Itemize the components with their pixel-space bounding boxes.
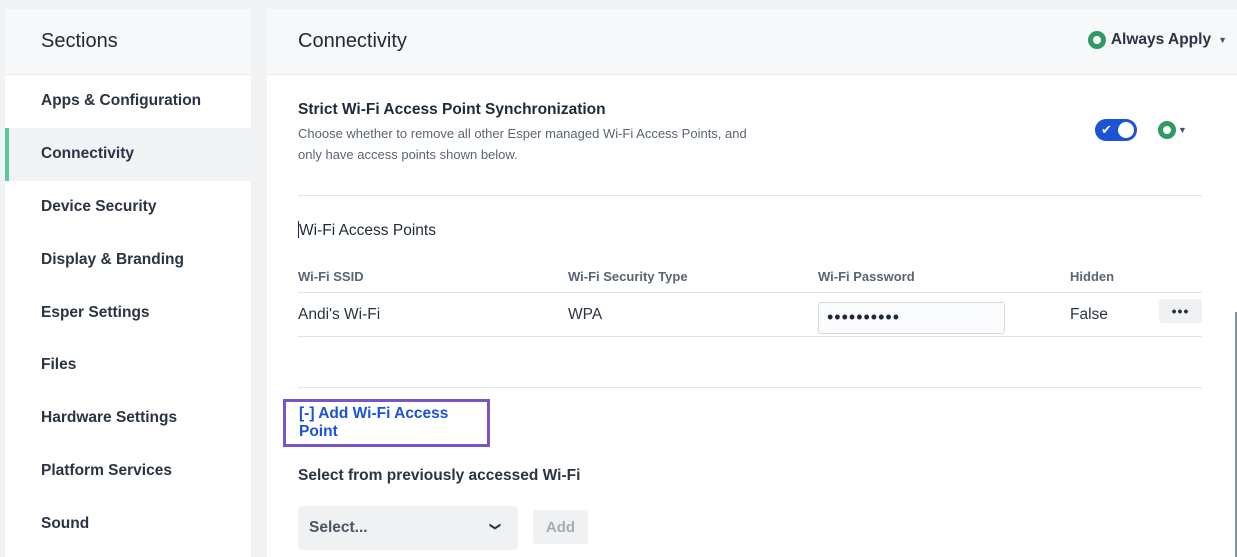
panel-header: Connectivity Always Apply ▼	[267, 9, 1237, 75]
add-wifi-access-point-link[interactable]: [-] Add Wi-Fi Access Point	[299, 405, 487, 441]
chevron-down-icon: ❯	[488, 521, 501, 532]
sidebar-item-files[interactable]: Files	[5, 339, 251, 392]
previous-wifi-select[interactable]: Select... ❯	[298, 506, 518, 550]
sidebar-item-hardware-settings[interactable]: Hardware Settings	[5, 392, 251, 445]
apply-mode-label: Always Apply	[1110, 31, 1212, 48]
sidebar-item-esper-settings[interactable]: Esper Settings	[5, 286, 251, 339]
password-field[interactable]: ••••••••••	[818, 301, 1005, 334]
wifi-table: Wi-Fi SSID Wi-Fi Security Type Wi-Fi Pas…	[298, 269, 1202, 337]
divider	[298, 195, 1202, 196]
header-ssid: Wi-Fi SSID	[298, 269, 364, 284]
cell-ssid: Andi's Wi-Fi	[298, 305, 381, 323]
target-icon	[1158, 121, 1176, 139]
sidebar-item-label: Display & Branding	[41, 250, 184, 268]
strict-sync-description: Choose whether to remove all other Esper…	[298, 126, 747, 162]
cell-security: WPA	[568, 305, 603, 323]
target-icon	[1087, 31, 1106, 49]
header-hidden: Hidden	[1070, 269, 1115, 284]
sidebar-item-device-security[interactable]: Device Security	[5, 181, 251, 234]
sidebar-item-label: Platform Services	[41, 461, 172, 479]
table-row: Andi's Wi-Fi WPA •••••••••• False •••	[298, 293, 1202, 337]
add-button[interactable]: Add	[533, 510, 588, 544]
sidebar-item-label: Sound	[41, 514, 90, 532]
sidebar-item-platform-services[interactable]: Platform Services	[5, 445, 251, 498]
strict-sync-title: Strict Wi-Fi Access Point Synchronizatio…	[298, 101, 606, 118]
header-security: Wi-Fi Security Type	[568, 269, 688, 284]
sidebar-item-label: Esper Settings	[41, 303, 150, 321]
divider	[298, 387, 1202, 388]
more-icon[interactable]: •••	[1159, 299, 1202, 323]
sidebar-item-display-branding[interactable]: Display & Branding	[5, 233, 251, 286]
sidebar-item-label: Apps & Configuration	[41, 92, 202, 110]
sidebar-item-label: Device Security	[41, 197, 157, 215]
connectivity-panel: Connectivity Always Apply ▼ Strict Wi-Fi…	[267, 9, 1237, 557]
table-header: Wi-Fi SSID Wi-Fi Security Type Wi-Fi Pas…	[298, 269, 1202, 293]
toggle-knob	[1118, 122, 1134, 138]
sidebar-header: Sections	[5, 9, 251, 75]
header-password: Wi-Fi Password	[818, 269, 915, 284]
sidebar-item-label: Connectivity	[41, 145, 135, 163]
wifi-section-title: Wi-Fi Access Points	[298, 221, 436, 240]
sections-sidebar: Sections Apps & Configuration Connectivi…	[5, 9, 251, 557]
caret-down-icon: ▼	[1218, 35, 1227, 45]
sidebar-item-label: Files	[41, 356, 77, 374]
sidebar-item-apps-configuration[interactable]: Apps & Configuration	[5, 75, 251, 128]
cell-password: ••••••••••	[818, 296, 1070, 334]
strict-sync-toggle[interactable]: ✔	[1095, 119, 1137, 141]
check-icon: ✔	[1101, 122, 1112, 137]
wifi-section-title-text: Wi-Fi Access Points	[299, 222, 436, 239]
strict-sync-apply-dropdown[interactable]: ▼	[1158, 121, 1187, 139]
select-label: Select from previously accessed Wi-Fi	[298, 467, 581, 484]
sidebar-item-sound[interactable]: Sound	[5, 497, 251, 550]
sidebar-item-label: Hardware Settings	[41, 409, 178, 427]
sidebar-title: Sections	[41, 30, 118, 52]
sidebar-item-connectivity[interactable]: Connectivity	[5, 127, 251, 181]
add-link-highlight: [-] Add Wi-Fi Access Point	[283, 399, 490, 447]
sidebar-list: Apps & Configuration Connectivity Device…	[5, 75, 251, 550]
select-placeholder: Select...	[309, 519, 368, 536]
strict-sync-setting: Strict Wi-Fi Access Point Synchronizatio…	[298, 101, 1202, 165]
cell-hidden: False	[1070, 305, 1108, 323]
page-title: Connectivity	[298, 30, 407, 52]
caret-down-icon: ▼	[1178, 125, 1187, 135]
apply-mode-dropdown[interactable]: Always Apply ▼	[1087, 31, 1227, 49]
